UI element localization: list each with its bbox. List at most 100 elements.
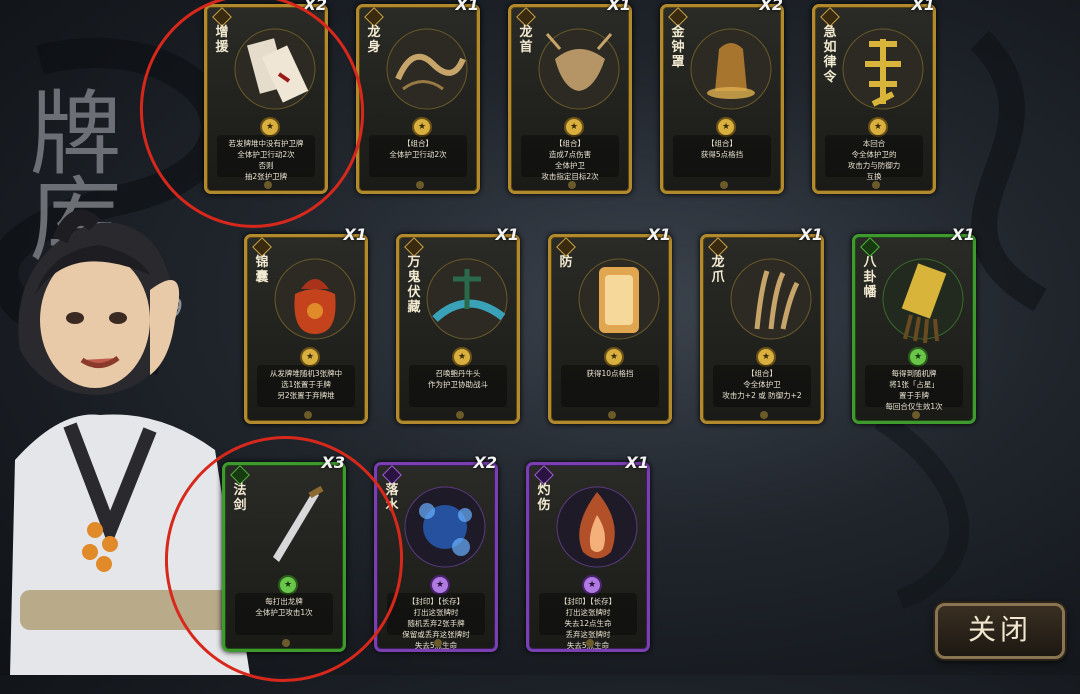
pouch-art <box>274 258 356 340</box>
card-type-badge: ★ <box>260 117 280 137</box>
card-rarity-gem <box>404 237 424 257</box>
card-count: X1 <box>911 0 935 14</box>
card-count: X1 <box>647 225 671 244</box>
card-description: 【封印】【长存】 打出这张牌时 随机丢弃2张手牌 保留或丢弃这张牌时 失去5点生… <box>387 593 485 650</box>
card-type-badge: ★ <box>564 117 584 137</box>
card-type-badge: ★ <box>278 575 298 595</box>
card-foot-gem <box>912 411 920 419</box>
card-rarity-gem <box>668 7 688 27</box>
card[interactable]: 龙身 X1 ★ 【组合】 全体护卫行动2次 <box>356 0 480 194</box>
card-rarity-gem <box>230 465 250 485</box>
card-type-badge: ★ <box>868 117 888 137</box>
card-rarity-gem <box>516 7 536 27</box>
close-button[interactable]: 关闭 <box>935 603 1065 659</box>
card-foot-gem <box>568 181 576 189</box>
card[interactable]: 急如律令 X1 ★ 本回合 令全体护卫的 攻击力与防御力 互换 <box>812 0 936 194</box>
ghost-art <box>426 258 508 340</box>
card-count: X1 <box>951 225 975 244</box>
card-foot-gem <box>434 639 442 647</box>
card[interactable]: 增援 X2 ★ 若发牌堆中没有护卫牌 全体护卫行动2次 否则 抽2张护卫牌 <box>204 0 328 194</box>
card-count: X2 <box>473 453 497 472</box>
card-type-badge: ★ <box>582 575 602 595</box>
card-count: X3 <box>321 453 345 472</box>
card-count: X1 <box>607 0 631 14</box>
card-count: X1 <box>455 0 479 14</box>
card-name: 龙身 <box>367 25 381 55</box>
card-type-badge: ★ <box>452 347 472 367</box>
card-name: 灼伤 <box>537 483 551 513</box>
card-rarity-gem <box>534 465 554 485</box>
card-name: 万鬼伏藏 <box>407 255 421 315</box>
card[interactable]: 灼伤 X1 ★ 【封印】【长存】 打出这张牌时 失去12点生命 丢弃这张牌时 失… <box>526 453 650 652</box>
card-rarity-gem <box>556 237 576 257</box>
card-description: 【封印】【长存】 打出这张牌时 失去12点生命 丢弃这张牌时 失去5点生命 <box>539 593 637 650</box>
card-description: 【组合】 获得5点格挡 <box>673 135 771 177</box>
card-name: 金钟罩 <box>671 25 685 70</box>
card-foot-gem <box>586 639 594 647</box>
card-type-badge: ★ <box>716 117 736 137</box>
card-type-badge: ★ <box>756 347 776 367</box>
card-rarity-gem <box>860 237 880 257</box>
card-description: 本回合 令全体护卫的 攻击力与防御力 互换 <box>825 135 923 181</box>
sword-art <box>273 485 324 562</box>
card-name: 锦囊 <box>255 255 269 285</box>
claw-art <box>730 258 812 340</box>
card-description: 召唤鲍丹牛头 作为护卫协助战斗 <box>409 365 507 407</box>
card-type-badge: ★ <box>300 347 320 367</box>
card-name: 急如律令 <box>823 25 837 85</box>
card-foot-gem <box>608 411 616 419</box>
card-count: X2 <box>759 0 783 14</box>
card-type-badge: ★ <box>430 575 450 595</box>
card-name: 增援 <box>215 25 229 55</box>
card[interactable]: 防 X1 ★ 获得10点格挡 <box>548 225 672 424</box>
card[interactable]: 锦囊 X1 ★ 从发牌堆随机3张牌中 选1张置于手牌 另2张置于弃牌堆 <box>244 225 368 424</box>
bagua-art <box>882 258 964 344</box>
dragon-body-art <box>386 28 468 110</box>
card-description: 若发牌堆中没有护卫牌 全体护卫行动2次 否则 抽2张护卫牌 <box>217 135 315 181</box>
card-foot-gem <box>304 411 312 419</box>
card[interactable]: 落水 X2 ★ 【封印】【长存】 打出这张牌时 随机丢弃2张手牌 保留或丢弃这张… <box>374 453 498 652</box>
card-type-badge: ★ <box>908 347 928 367</box>
card-foot-gem <box>872 181 880 189</box>
card-description: 【组合】 造成7点伤害 全体护卫 攻击指定目标2次 <box>521 135 619 181</box>
card-description: 获得10点格挡 <box>561 365 659 407</box>
card-name: 龙首 <box>519 25 533 55</box>
card[interactable]: 龙首 X1 ★ 【组合】 造成7点伤害 全体护卫 攻击指定目标2次 <box>508 0 632 194</box>
card-count: X1 <box>343 225 367 244</box>
fire-art <box>556 486 638 568</box>
bubble-art <box>404 486 486 568</box>
banner-art <box>234 28 316 110</box>
card-description: 【组合】 令全体护卫 攻击力+2 或 防御力+2 <box>713 365 811 407</box>
card[interactable]: 龙爪 X1 ★ 【组合】 令全体护卫 攻击力+2 或 防御力+2 <box>700 225 824 424</box>
card-count: X2 <box>303 0 327 14</box>
card-type-badge: ★ <box>604 347 624 367</box>
card[interactable]: 法剑 X3 ★ 每打出龙牌 全体护卫攻击1次 <box>222 453 346 652</box>
card[interactable]: 八卦幡 X1 ★ 每得到随机牌 将1张「占星」 置于手牌 每回合仅生效1次 <box>852 225 976 424</box>
card-name: 防 <box>559 255 573 270</box>
card-foot-gem <box>282 639 290 647</box>
card-foot-gem <box>760 411 768 419</box>
card-description: 【组合】 全体护卫行动2次 <box>369 135 467 177</box>
card-rarity-gem <box>252 237 272 257</box>
talisman-art <box>842 28 924 110</box>
card-rarity-gem <box>212 7 232 27</box>
card-rarity-gem <box>364 7 384 27</box>
dragon-head-art <box>538 28 620 110</box>
card-foot-gem <box>416 181 424 189</box>
card-count: X1 <box>799 225 823 244</box>
card-rarity-gem <box>708 237 728 257</box>
card-foot-gem <box>720 181 728 189</box>
card-count: X1 <box>625 453 649 472</box>
bell-art <box>690 28 772 110</box>
card-description: 从发牌堆随机3张牌中 选1张置于手牌 另2张置于弃牌堆 <box>257 365 355 407</box>
card-name: 八卦幡 <box>863 255 877 300</box>
card-foot-gem <box>456 411 464 419</box>
card-name: 法剑 <box>233 483 247 513</box>
card-rarity-gem <box>382 465 402 485</box>
card-name: 龙爪 <box>711 255 725 285</box>
card-count: X1 <box>495 225 519 244</box>
card[interactable]: 金钟罩 X2 ★ 【组合】 获得5点格挡 <box>660 0 784 194</box>
card-rarity-gem <box>820 7 840 27</box>
card[interactable]: 万鬼伏藏 X1 ★ 召唤鲍丹牛头 作为护卫协助战斗 <box>396 225 520 424</box>
card-type-badge: ★ <box>412 117 432 137</box>
